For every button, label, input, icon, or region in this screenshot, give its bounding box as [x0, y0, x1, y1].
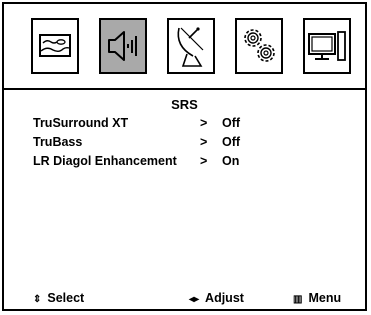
osd-menu-window: SRS TruSurround XT > Off TruBass > Off L… [2, 2, 367, 311]
channel-antenna-icon [177, 27, 204, 67]
picture-icon [39, 34, 71, 57]
menu-item-label: LR Diagol Enhancement [33, 154, 177, 168]
menu-item-value: On [222, 154, 240, 168]
menu-icon: ▥ [293, 294, 303, 305]
up-down-arrows-icon: ⇕ [33, 294, 42, 305]
menu-item-arrow: > [200, 135, 208, 149]
tab-channel[interactable] [167, 18, 215, 74]
tab-sound[interactable] [99, 18, 147, 74]
footer-menu-label: Menu [308, 291, 342, 305]
menu-title: SRS [171, 97, 198, 112]
setup-gears-icon [244, 29, 275, 62]
sound-icon [108, 31, 137, 61]
tab-picture[interactable] [31, 18, 79, 74]
footer-adjust: ◂▸ Adjust [189, 291, 244, 305]
menu-item-value: Off [222, 135, 241, 149]
input-pc-icon [308, 31, 346, 61]
menu-item-trubass[interactable]: TruBass > Off [4, 135, 365, 153]
tab-setup[interactable] [235, 18, 283, 74]
menu-item-value: Off [222, 116, 241, 130]
menu-item-arrow: > [200, 154, 208, 168]
category-icon-bar [4, 4, 365, 90]
footer-adjust-label: Adjust [205, 291, 244, 305]
menu-item-trusurround[interactable]: TruSurround XT > Off [4, 116, 365, 134]
footer-select-label: Select [47, 291, 85, 305]
footer-hints: ⇕ Select ◂▸ Adjust ▥ Menu [4, 291, 365, 309]
left-right-arrows-icon: ◂▸ [189, 294, 200, 305]
menu-item-arrow: > [200, 116, 208, 130]
menu-item-label: TruBass [33, 135, 83, 149]
footer-menu: ▥ Menu [293, 291, 341, 305]
menu-item-lr-diagol-enhancement[interactable]: LR Diagol Enhancement > On [4, 154, 365, 172]
footer-select: ⇕ Select [33, 291, 84, 305]
tab-input[interactable] [303, 18, 351, 74]
menu-item-label: TruSurround XT [33, 116, 129, 130]
